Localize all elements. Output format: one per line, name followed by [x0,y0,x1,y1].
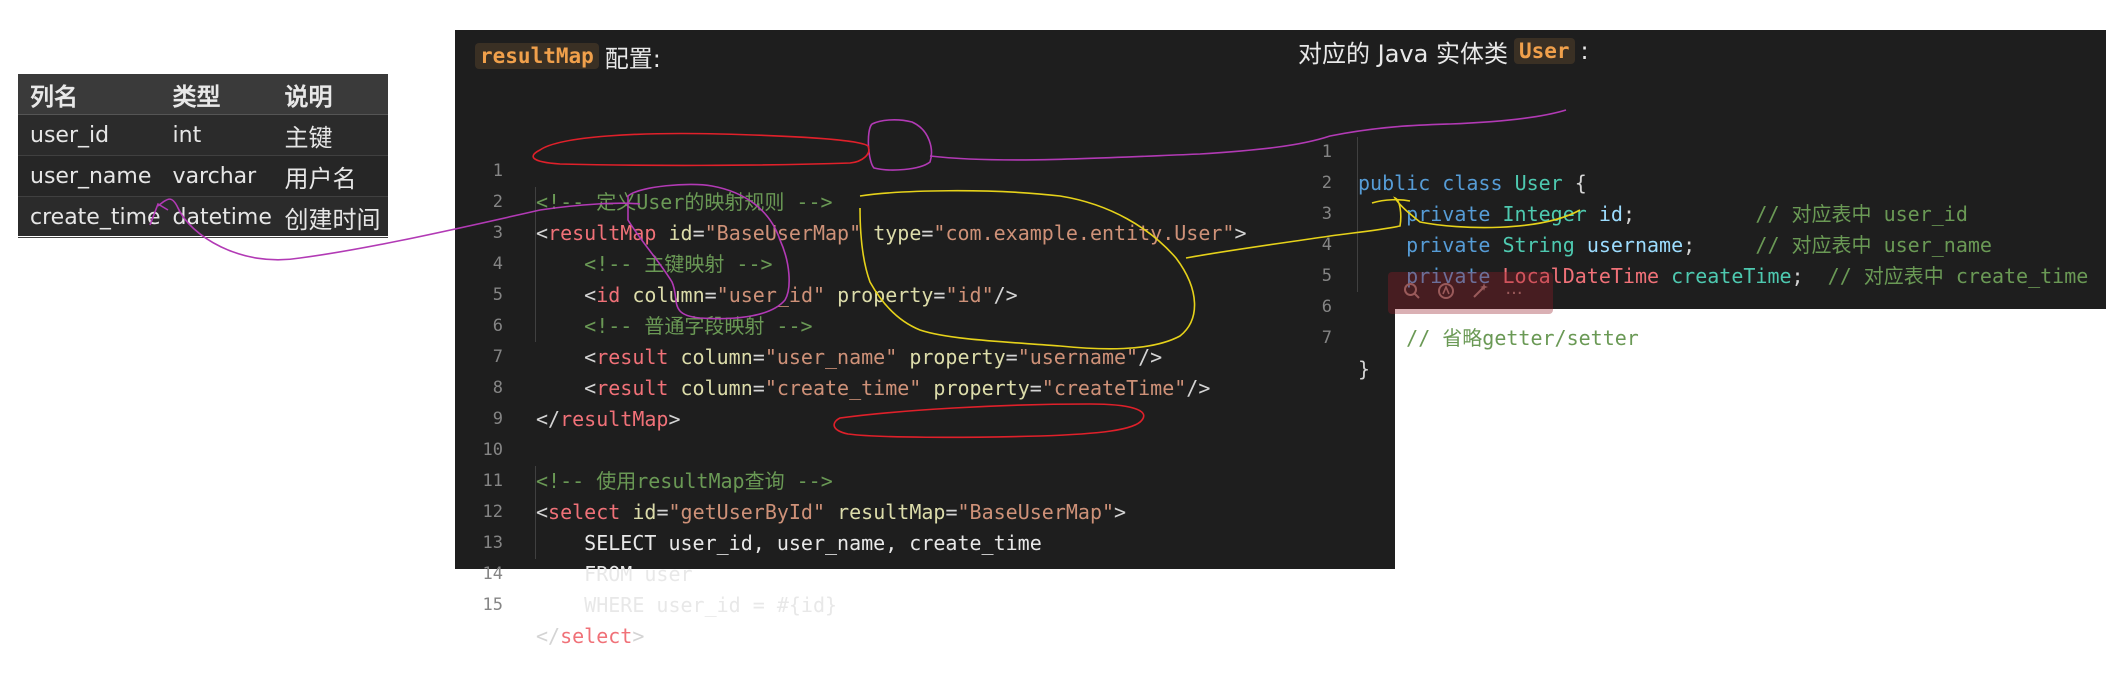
code-comment: // 省略getter/setter [1406,326,1639,350]
code-line: 5 <!-- 普通字段映射 --> [455,249,1395,338]
header-column-name: 列名 [18,74,161,115]
more-icon[interactable]: ··· [1504,283,1524,304]
code-line: 4 <id column="user_id" property="id"/> [455,218,1395,307]
cell-description: 主键 [272,114,388,156]
resultmap-chip: resultMap [475,43,599,69]
code-line: 12 SELECT user_id, user_name, create_tim… [455,466,1395,555]
search-icon[interactable] [1402,282,1422,305]
java-panel-title-text: 对应的 Java 实体类 [1298,39,1508,68]
inline-action-toolbar[interactable]: ··· [1388,272,1553,314]
header-type: 类型 [160,74,273,115]
xml-panel-title-text: 配置: [604,44,661,73]
table-row: create_time datetime 创建时间 [18,196,388,238]
sql-text: WHERE user_id = #{id} [584,593,838,617]
xml-tag: select [560,624,633,648]
header-description: 说明 [272,74,388,115]
code-line: 13 FROM user [455,497,1395,586]
cell-type: varchar [160,155,273,197]
ai-icon[interactable] [1436,282,1456,305]
tag-bracket: > [632,624,645,648]
code-line: 6 <result column="user_name" property="u… [455,280,1395,369]
user-class-chip: User [1513,38,1575,64]
cell-type: int [160,114,273,156]
code-line: 10 <!-- 使用resultMap查询 --> [455,404,1395,493]
code-line: 3 <!-- 主键映射 --> [455,187,1395,276]
line-number: 15 [482,595,503,615]
cell-description: 创建时间 [272,196,388,238]
code-line: 1 <!-- 定义User的映射规则 --> [455,125,1395,214]
code-line: 11 <select id="getUserById" resultMap="B… [455,435,1395,524]
cell-type: datetime [160,196,273,238]
code-line: 7 <result column="create_time" property=… [455,311,1395,400]
table-row: user_id int 主键 [18,114,388,156]
table-row: user_name varchar 用户名 [18,155,388,197]
code-line: 5 [1296,230,2106,286]
column-table: 列名 类型 说明 user_id int 主键 user_name varcha… [18,74,388,238]
tag-bracket: </ [536,624,561,648]
xml-code-block[interactable]: 1 <!-- 定义User的映射规则 --> 2 <resultMap id="… [455,125,1395,648]
code-line: 1 public class User { [1296,106,2106,195]
table-header-row: 列名 类型 说明 [18,74,388,115]
java-code-panel: 对应的 Java 实体类 User : 1 public class User … [1296,30,2106,381]
code-line: 14 WHERE user_id = #{id} [455,528,1395,617]
cell-column-name: user_name [18,155,161,197]
cell-column-name: user_id [18,114,161,156]
brace: } [1358,357,1371,381]
db-column-table: 列名 类型 说明 user_id int 主键 user_name varcha… [18,74,388,238]
code-line: 15 </select> [455,559,1395,648]
java-panel-title-suffix: : [1580,37,1589,65]
code-line: 8 </resultMap> [455,342,1395,431]
cell-description: 用户名 [272,155,388,197]
code-line: 3 private String username; // 对应表中 user_… [1296,168,2106,257]
xml-code-panel: resultMap 配置: 1 <!-- 定义User的映射规则 --> 2 <… [455,30,1395,648]
magic-wand-icon[interactable] [1470,282,1490,305]
code-line: 2 <resultMap id="BaseUserMap" type="com.… [455,156,1395,245]
code-line: 9 [455,373,1395,429]
code-line: 2 private Integer id; // 对应表中 user_id [1296,137,2106,226]
line-number: 7 [1321,328,1332,348]
code-line: 4 private LocalDateTime createTime; // 对… [1296,199,2106,288]
xml-panel-title: resultMap 配置: [475,34,661,78]
cell-column-name: create_time [18,196,161,238]
java-panel-title: 对应的 Java 实体类 User : [1296,30,1589,72]
